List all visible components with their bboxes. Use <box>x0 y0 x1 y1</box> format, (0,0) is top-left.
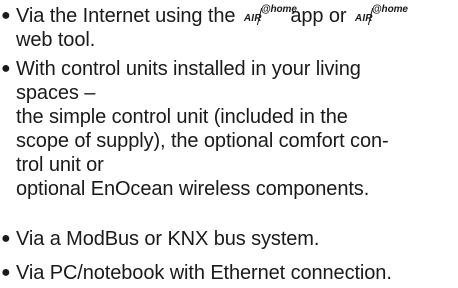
list-item-internet: ● Via the Internet using the AIR @home ap… <box>0 4 408 52</box>
air-at-home-logo: AIR @home <box>243 4 297 25</box>
list-item-line: web tool. <box>16 29 96 51</box>
bullet-icon: ● <box>1 230 11 247</box>
list-item-control-units: ● With control units installed in your l… <box>0 57 389 201</box>
list-item-pc-notebook: ● Via PC/notebook with Ethernet connecti… <box>0 261 392 285</box>
text-segment: Via the Internet using the <box>16 5 241 27</box>
list-item-line: scope of supply), the optional comfort c… <box>16 130 389 152</box>
list-item-line: the simple control unit (included in the <box>16 106 348 128</box>
bullet-icon: ● <box>1 264 11 281</box>
list-item-line: trol unit or <box>16 154 104 176</box>
list-item-line: With control units installed in your liv… <box>16 58 361 80</box>
list-item-line: Via a ModBus or KNX bus system. <box>16 228 320 250</box>
list-item-bus-system: ● Via a ModBus or KNX bus system. <box>0 227 319 251</box>
list-item-line: optional EnOcean wireless components. <box>16 178 370 200</box>
list-item-line: Via PC/notebook with Ethernet connection… <box>16 262 392 284</box>
bullet-icon: ● <box>1 60 11 77</box>
list-item-line: Via the Internet using the AIR @home app … <box>16 4 408 28</box>
list-item-line: spaces – <box>16 82 96 104</box>
bullet-icon: ● <box>1 7 11 24</box>
air-at-home-logo: AIR @home <box>354 4 408 25</box>
